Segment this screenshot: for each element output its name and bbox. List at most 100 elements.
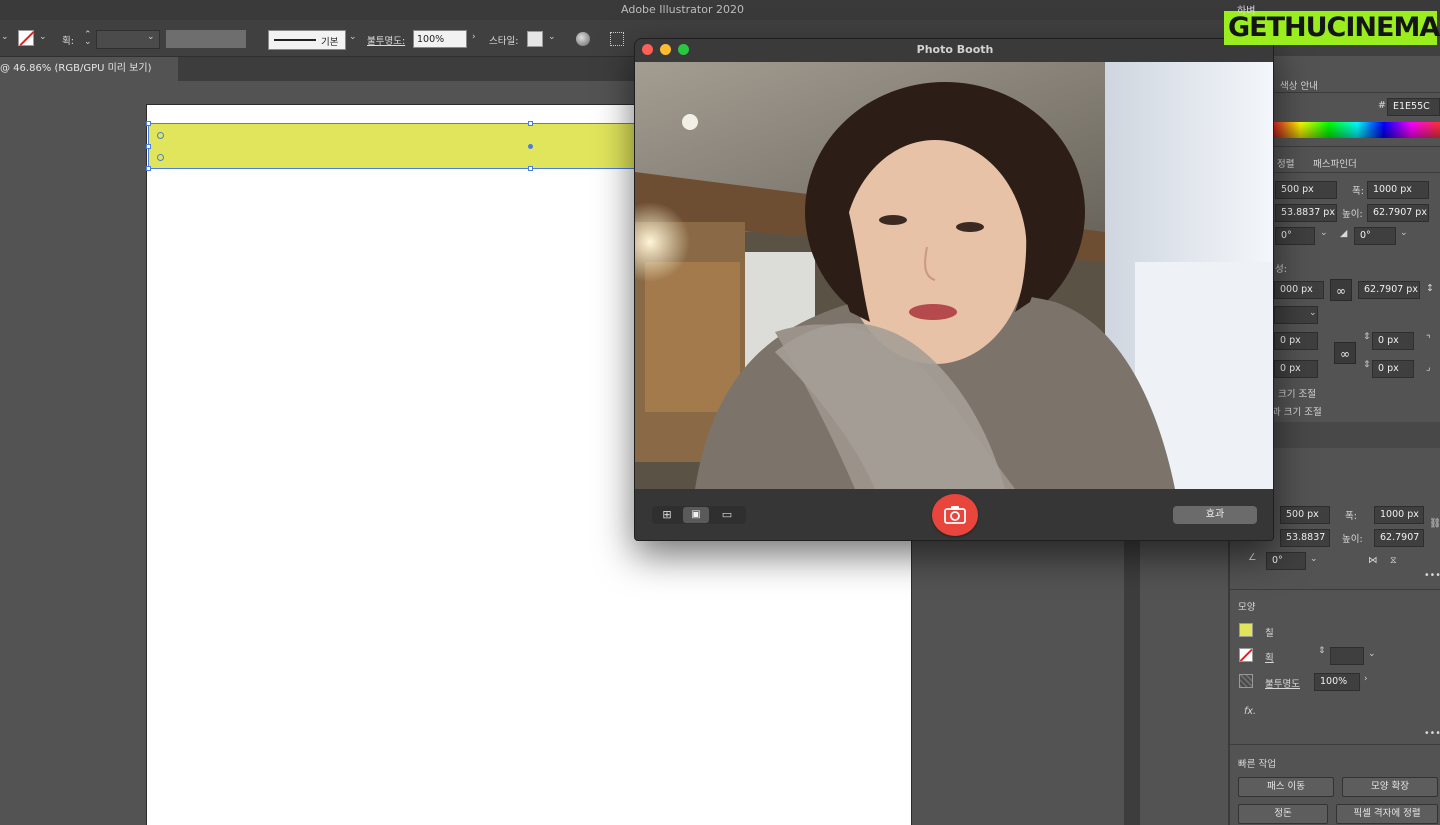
stroke-label[interactable]: 획 bbox=[1265, 650, 1274, 664]
resize-handle[interactable] bbox=[528, 166, 533, 171]
divider bbox=[1274, 146, 1440, 147]
link-icon[interactable]: ∞ bbox=[1334, 342, 1356, 364]
stepper-icon[interactable]: ⌄ bbox=[84, 37, 92, 47]
pathfinder-tab[interactable]: 패스파인더 bbox=[1313, 156, 1357, 170]
move-path-button[interactable]: 패스 이동 bbox=[1238, 777, 1334, 797]
y-input[interactable]: 53.8837 px bbox=[1275, 204, 1337, 222]
divider bbox=[1230, 589, 1440, 590]
recolor-artwork-icon[interactable] bbox=[576, 32, 590, 46]
graphic-style-swatch[interactable] bbox=[527, 31, 543, 47]
document-tab[interactable]: @ 46.86% (RGB/GPU 미리 보기) bbox=[0, 57, 178, 81]
resize-handle[interactable] bbox=[146, 166, 151, 171]
chevron-right-icon[interactable]: › bbox=[1364, 674, 1368, 684]
transform-y-input[interactable]: 53.8837 bbox=[1280, 529, 1330, 547]
grid-view-icon[interactable]: ⊞ bbox=[655, 508, 679, 522]
transform-width-input[interactable]: 1000 px bbox=[1374, 506, 1424, 524]
photo-booth-window[interactable]: Photo Booth ⊞ ▣ ▭ 효과 bbox=[634, 38, 1274, 541]
fx-icon[interactable]: fx. bbox=[1244, 706, 1256, 717]
single-photo-icon[interactable]: ▣ bbox=[683, 507, 709, 523]
stepper-icon[interactable]: ⇕ bbox=[1363, 332, 1371, 342]
chevron-down-icon[interactable]: ⌄ bbox=[1310, 554, 1318, 564]
link-width-input[interactable]: 000 px bbox=[1274, 281, 1324, 299]
transform-x-input[interactable]: 500 px bbox=[1280, 506, 1330, 524]
align-grid-icon[interactable] bbox=[610, 32, 624, 46]
color-spectrum[interactable] bbox=[1274, 122, 1440, 138]
opacity-input[interactable]: 100% bbox=[413, 30, 467, 48]
panel-section-header bbox=[1274, 422, 1440, 448]
offset-top-left[interactable]: 0 px bbox=[1274, 332, 1318, 350]
style-label: 스타일: bbox=[489, 36, 519, 47]
expand-shape-button[interactable]: 모양 확장 bbox=[1342, 777, 1438, 797]
variable-width-profile[interactable] bbox=[166, 30, 246, 48]
resize-handle[interactable] bbox=[146, 144, 151, 149]
link-height-input[interactable]: 62.7907 px bbox=[1358, 281, 1420, 299]
flip-vertical-icon[interactable]: ⧖ bbox=[1390, 555, 1397, 566]
transform-height-input[interactable]: 62.7907 bbox=[1374, 529, 1424, 547]
resize-handle[interactable] bbox=[528, 121, 533, 126]
chevron-right-icon[interactable]: › bbox=[472, 32, 476, 42]
fill-swatch[interactable] bbox=[1239, 623, 1253, 637]
height-icon: ↕ bbox=[1426, 283, 1434, 294]
flip-horizontal-icon[interactable]: ⋈ bbox=[1368, 555, 1378, 566]
height-input[interactable]: 62.7907 px bbox=[1367, 204, 1429, 222]
chevron-down-icon[interactable]: ⌄ bbox=[147, 32, 155, 42]
link-icon[interactable]: ∞ bbox=[1330, 279, 1352, 301]
effects-button[interactable]: 효과 bbox=[1173, 506, 1257, 524]
hex-input[interactable]: E1E55C bbox=[1387, 98, 1440, 116]
stepper-icon[interactable]: ⇕ bbox=[1363, 360, 1371, 370]
corner-icon: ⌝ bbox=[1426, 334, 1431, 345]
chevron-down-icon[interactable]: ⌄ bbox=[548, 32, 556, 42]
offset-top-right[interactable]: 0 px bbox=[1372, 332, 1414, 350]
rotate-input[interactable]: 0° bbox=[1275, 227, 1315, 245]
panel-top-label: 하벼 bbox=[1237, 6, 1256, 17]
height-label: 높이: bbox=[1342, 209, 1363, 220]
brush-definition-dropdown[interactable]: 기본 bbox=[268, 30, 346, 50]
selected-rectangle[interactable] bbox=[146, 121, 638, 171]
corner-widget[interactable] bbox=[157, 154, 164, 161]
width-input[interactable]: 1000 px bbox=[1367, 181, 1429, 199]
align-tab[interactable]: 정렬 bbox=[1277, 156, 1294, 170]
shear-input[interactable]: 0° bbox=[1354, 227, 1396, 245]
corner-widget[interactable] bbox=[157, 132, 164, 139]
photo-booth-titlebar[interactable]: Photo Booth bbox=[635, 39, 1273, 62]
angle-input[interactable]: 0° bbox=[1266, 552, 1306, 570]
stroke-weight-input[interactable] bbox=[1330, 647, 1364, 665]
offset-bottom-left[interactable]: 0 px bbox=[1274, 360, 1318, 378]
document-tab-label: @ 46.86% (RGB/GPU 미리 보기) bbox=[0, 63, 152, 74]
chevron-down-icon[interactable]: ⌄ bbox=[1400, 228, 1408, 238]
stepper-icon[interactable]: ⇕ bbox=[1318, 646, 1326, 656]
photo-booth-title: Photo Booth bbox=[916, 43, 994, 56]
opacity-label[interactable]: 불투명도: bbox=[367, 33, 405, 47]
pixel-align-button[interactable]: 픽셀 격자에 정렬 bbox=[1336, 804, 1438, 824]
stroke-swatch[interactable] bbox=[18, 30, 35, 46]
constrain-link-icon[interactable]: ⛓ bbox=[1429, 518, 1440, 529]
opacity-input[interactable]: 100% bbox=[1314, 673, 1360, 691]
arrange-button[interactable]: 정돈 bbox=[1238, 804, 1328, 824]
watermark-logo: GETHUCINEMA bbox=[1224, 11, 1440, 45]
opacity-label[interactable]: 불투명도 bbox=[1265, 676, 1300, 690]
shutter-button[interactable] bbox=[932, 494, 978, 536]
chevron-down-icon[interactable]: ⌄ bbox=[1320, 228, 1328, 238]
chevron-down-icon[interactable]: ⌄ bbox=[1309, 308, 1317, 318]
resize-handle[interactable] bbox=[146, 121, 151, 126]
corner-icon: ⌟ bbox=[1426, 362, 1431, 373]
center-point bbox=[528, 144, 533, 149]
color-guide-tab[interactable]: 색상 안내 bbox=[1280, 78, 1318, 92]
shear-icon: ◢ bbox=[1340, 228, 1348, 239]
opacity-swatch[interactable] bbox=[1239, 674, 1253, 688]
stroke-swatch[interactable] bbox=[1239, 648, 1253, 662]
chevron-down-icon[interactable]: ⌄ bbox=[1, 32, 9, 42]
more-options-icon[interactable]: ••• bbox=[1424, 728, 1440, 739]
offset-bottom-right[interactable]: 0 px bbox=[1372, 360, 1414, 378]
chevron-down-icon[interactable]: ⌄ bbox=[349, 32, 357, 42]
width-label: 폭: bbox=[1345, 511, 1357, 522]
chevron-down-icon[interactable]: ⌄ bbox=[39, 32, 47, 42]
video-mode-icon[interactable]: ▭ bbox=[715, 508, 739, 522]
more-options-icon[interactable]: ••• bbox=[1424, 570, 1440, 581]
chevron-down-icon[interactable]: ⌄ bbox=[1368, 649, 1376, 659]
scale-strokes-label: 크기 조절 bbox=[1278, 389, 1316, 400]
scale-effects-label: 과 크기 조절 bbox=[1272, 407, 1322, 418]
brush-profile-label: 기본 bbox=[321, 37, 339, 48]
camera-preview-image bbox=[635, 62, 1273, 489]
x-input[interactable]: 500 px bbox=[1275, 181, 1337, 199]
